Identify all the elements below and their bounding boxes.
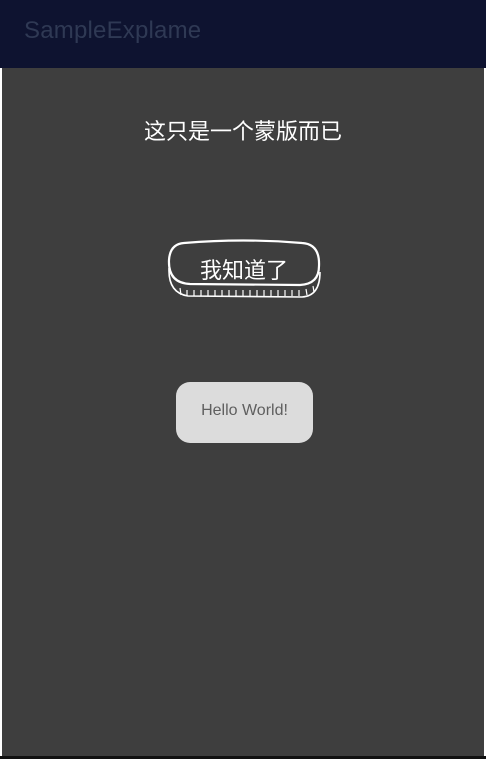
got-it-button[interactable]: 我知道了 bbox=[166, 238, 322, 304]
mask-hint-text: 这只是一个蒙版而已 bbox=[143, 120, 342, 145]
hello-world-button[interactable]: Hello World! bbox=[176, 382, 313, 443]
app-bar: SampleExplame bbox=[0, 0, 486, 68]
got-it-label: 我知道了 bbox=[199, 259, 288, 284]
hello-world-label: Hello World! bbox=[201, 402, 288, 419]
app-screen: SampleExplame 这只是一个蒙版而已 我知道了 Hello World… bbox=[0, 0, 486, 759]
app-title: SampleExplame bbox=[24, 17, 202, 44]
